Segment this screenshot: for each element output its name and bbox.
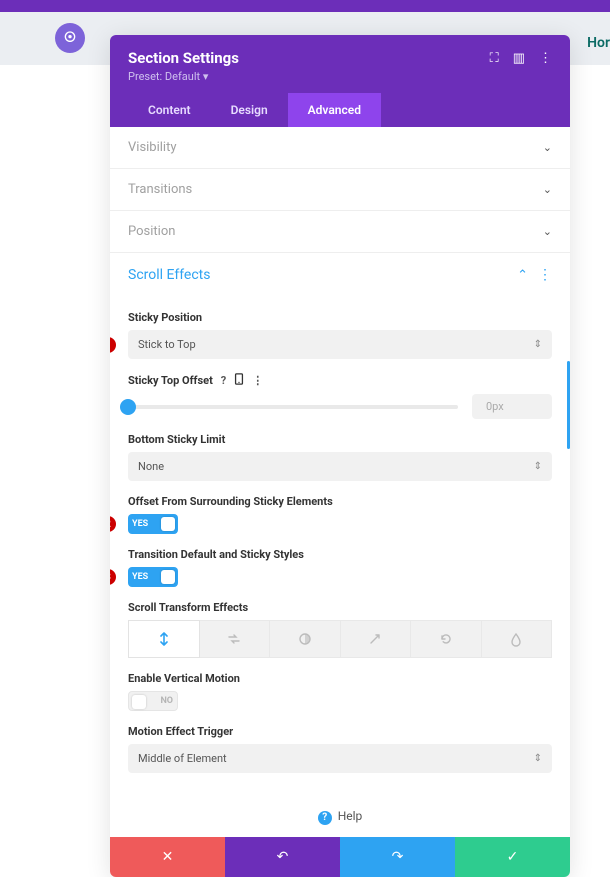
effect-vertical-motion[interactable] [128, 620, 200, 658]
scroll-effects-title: Scroll Effects [128, 267, 210, 283]
sticky-top-offset-label: Sticky Top Offset ? ⋮ [128, 373, 552, 388]
transition-default-toggle[interactable]: YES [128, 567, 178, 587]
chevron-down-icon: ⌄ [543, 183, 552, 196]
top-purple-strip [0, 0, 610, 12]
panel-footer: ✕ ↶ ↷ ✓ [110, 837, 570, 877]
toggle-knob [132, 695, 146, 709]
panel-tabs: Content Design Advanced [128, 93, 552, 127]
toggle-yes-label: YES [132, 572, 148, 582]
enable-vertical-motion-label: Enable Vertical Motion [128, 672, 552, 685]
enable-vertical-motion-toggle[interactable]: NO [128, 691, 178, 711]
help-link[interactable]: ? Help [110, 785, 570, 837]
sticky-position-value: Stick to Top [138, 338, 196, 351]
columns-icon[interactable]: ▥ [513, 51, 525, 66]
toggle-knob [161, 570, 175, 584]
toggle-no-label: NO [160, 696, 173, 706]
tab-design[interactable]: Design [211, 93, 288, 127]
effect-horizontal-motion[interactable] [200, 620, 271, 658]
annotation-badge-2: 2 [110, 516, 116, 532]
panel-title: Section Settings [128, 49, 239, 67]
section-more-icon[interactable]: ⋮ [538, 267, 552, 283]
more-icon[interactable]: ⋮ [539, 51, 552, 66]
redo-button[interactable]: ↷ [340, 837, 455, 877]
accordion-visibility-label: Visibility [128, 140, 177, 155]
chevron-down-icon: ⌄ [543, 141, 552, 154]
toggle-knob [161, 517, 175, 531]
nav-home-link[interactable]: Hor [587, 35, 610, 51]
expand-icon[interactable]: ⛶ [490, 51, 499, 66]
scroll-effects-body: Sticky Position 1 Stick to Top ⇕ Sticky … [110, 311, 570, 785]
accordion-visibility[interactable]: Visibility ⌄ [110, 127, 570, 169]
site-logo-avatar[interactable] [55, 23, 85, 53]
undo-button[interactable]: ↶ [225, 837, 340, 877]
sticky-offset-value[interactable]: 0px [472, 394, 552, 419]
effect-fade[interactable] [270, 620, 341, 658]
select-arrows-icon: ⇕ [534, 753, 542, 764]
panel-header: Section Settings Preset: Default ▾ ⛶ ▥ ⋮… [110, 35, 570, 127]
panel-preset[interactable]: Preset: Default ▾ [128, 70, 239, 83]
effect-rotate[interactable] [411, 620, 482, 658]
transition-default-label: Transition Default and Sticky Styles [128, 548, 552, 561]
motion-effect-trigger-value: Middle of Element [138, 752, 227, 765]
motion-effect-trigger-label: Motion Effect Trigger [128, 725, 552, 738]
offset-surrounding-label: Offset From Surrounding Sticky Elements [128, 495, 552, 508]
bottom-sticky-limit-select[interactable]: None ⇕ [128, 452, 552, 481]
save-button[interactable]: ✓ [455, 837, 570, 877]
sticky-top-offset-text: Sticky Top Offset [128, 374, 213, 387]
help-label: Help [338, 809, 363, 823]
scroll-transform-tabs [128, 620, 552, 658]
settings-panel: Section Settings Preset: Default ▾ ⛶ ▥ ⋮… [110, 35, 570, 877]
motion-effect-trigger-select[interactable]: Middle of Element ⇕ [128, 744, 552, 773]
help-icon: ? [318, 811, 332, 825]
tab-advanced[interactable]: Advanced [288, 93, 381, 127]
toggle-yes-label: YES [132, 519, 148, 529]
more-icon[interactable]: ⋮ [252, 374, 263, 387]
sticky-position-select[interactable]: Stick to Top ⇕ [128, 330, 552, 359]
accordion-transitions-label: Transitions [128, 182, 192, 197]
effect-scale[interactable] [341, 620, 412, 658]
accordion-position[interactable]: Position ⌄ [110, 211, 570, 253]
bottom-sticky-limit-label: Bottom Sticky Limit [128, 433, 552, 446]
tab-content[interactable]: Content [128, 93, 211, 127]
sticky-position-label: Sticky Position [128, 311, 552, 324]
offset-surrounding-toggle[interactable]: YES [128, 514, 178, 534]
chevron-down-icon: ⌄ [543, 225, 552, 238]
accordion-position-label: Position [128, 224, 175, 239]
select-arrows-icon: ⇕ [534, 339, 542, 350]
chevron-up-icon[interactable]: ⌃ [517, 268, 528, 283]
scroll-transform-label: Scroll Transform Effects [128, 601, 552, 614]
sticky-offset-slider[interactable] [128, 405, 458, 409]
slider-thumb[interactable] [120, 399, 136, 415]
annotation-badge-3: 3 [110, 569, 116, 585]
annotation-badge-1: 1 [110, 337, 116, 353]
mobile-icon[interactable] [234, 373, 244, 388]
cancel-button[interactable]: ✕ [110, 837, 225, 877]
effect-blur[interactable] [482, 620, 553, 658]
help-icon[interactable]: ? [221, 374, 226, 387]
bottom-sticky-limit-value: None [138, 460, 164, 473]
map-pin-icon [62, 30, 78, 46]
scroll-effects-header[interactable]: Scroll Effects ⌃ ⋮ [110, 253, 570, 297]
accordion-transitions[interactable]: Transitions ⌄ [110, 169, 570, 211]
select-arrows-icon: ⇕ [534, 461, 542, 472]
